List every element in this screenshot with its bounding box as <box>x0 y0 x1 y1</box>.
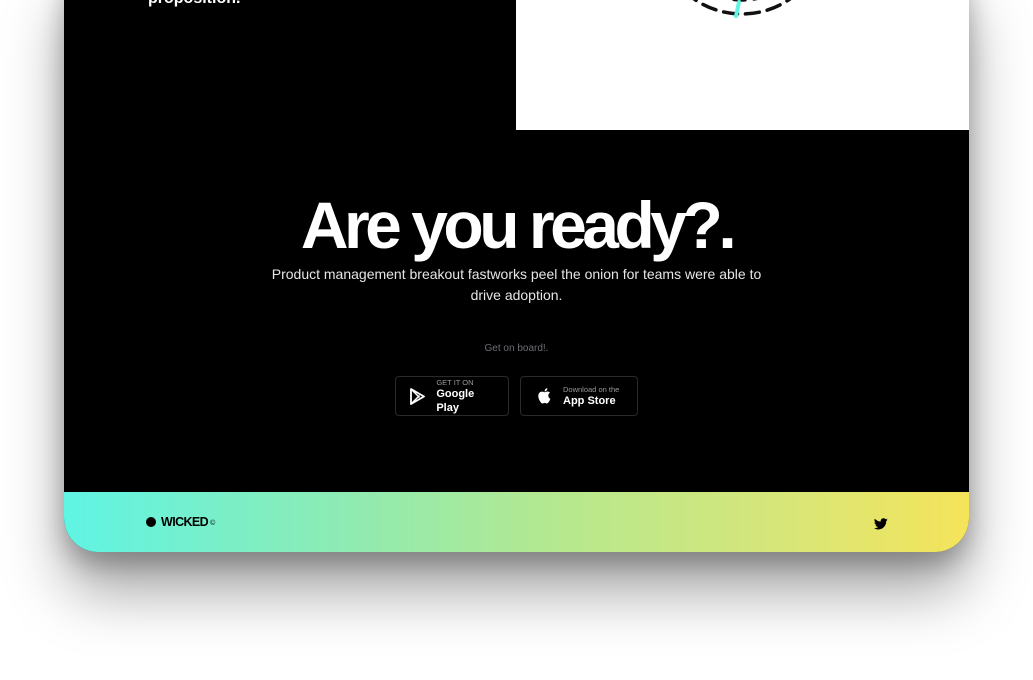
google-play-label: Google Play <box>436 387 475 414</box>
apple-icon <box>535 387 553 405</box>
brand-name: WICKED <box>161 515 209 529</box>
page: proposition. Are you ready?. Product man… <box>0 0 1033 680</box>
brand-dot-icon <box>146 517 156 527</box>
main-card: proposition. Are you ready?. Product man… <box>64 0 969 552</box>
google-play-text: GET IT ON Google Play <box>436 378 494 415</box>
footer-bar: WICKED © <box>64 492 969 552</box>
fingerprint-arc <box>692 0 792 16</box>
app-store-label: App Store <box>563 394 616 407</box>
get-on-board-label: Get on board!. <box>484 343 549 354</box>
partial-heading: proposition. <box>148 0 240 8</box>
hero-section: Are you ready?. Product management break… <box>64 192 969 416</box>
google-play-small-label: GET IT ON <box>436 377 474 387</box>
app-store-small-label: Download on the <box>563 384 620 394</box>
google-play-icon <box>410 387 426 405</box>
fingerprint-image <box>516 0 969 130</box>
hero-subtitle: Product management breakout fastworks pe… <box>271 266 762 303</box>
fingerprint-graphic <box>692 0 792 18</box>
hero-title: Are you ready?. <box>300 188 737 262</box>
store-buttons: GET IT ON Google Play Download on the Ap… <box>64 376 969 416</box>
twitter-icon[interactable] <box>873 517 888 530</box>
brand-copyright-mark: © <box>210 520 216 527</box>
brand-logo[interactable]: WICKED © <box>146 515 215 529</box>
google-play-button[interactable]: GET IT ON Google Play <box>395 376 509 416</box>
app-store-text: Download on the App Store <box>563 385 619 408</box>
app-store-button[interactable]: Download on the App Store <box>520 376 638 416</box>
